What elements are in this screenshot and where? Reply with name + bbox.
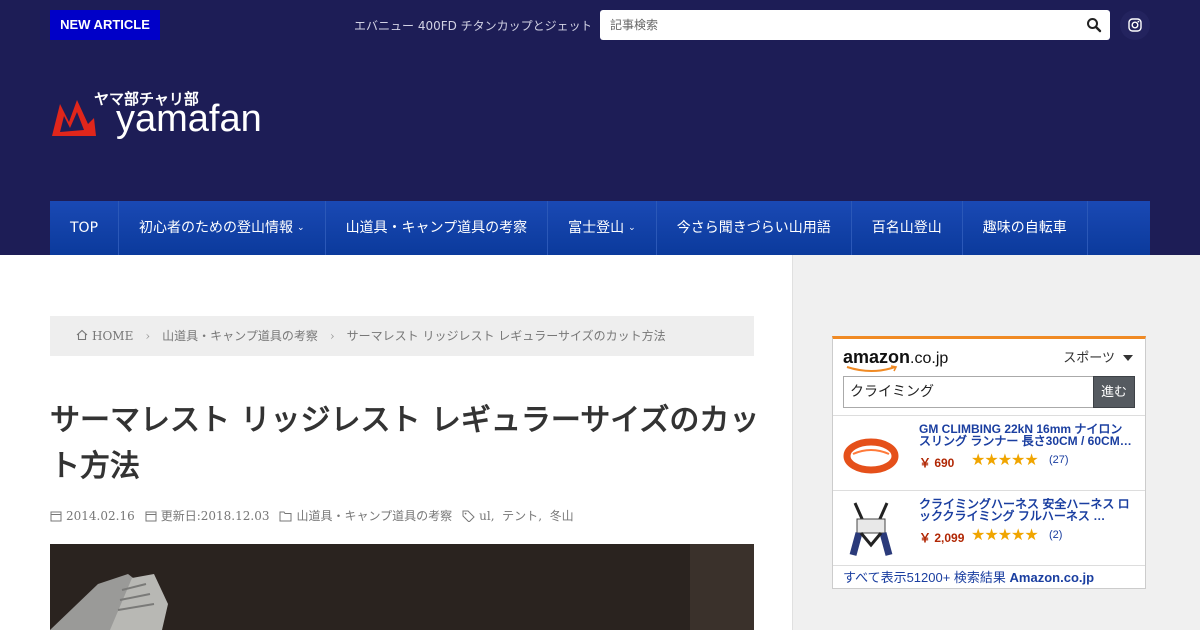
tag-icon [462, 510, 475, 522]
amazon-smile-icon [846, 365, 898, 372]
amazon-logo-suffix: .co.jp [910, 350, 949, 367]
review-count[interactable]: (2) [1049, 529, 1062, 541]
instagram-icon [1128, 18, 1142, 32]
product-name[interactable]: クライミングハーネス 安全ハーネス ロッククライミング フルハーネス … [919, 498, 1137, 524]
amazon-category-select[interactable]: スポーツ [1063, 347, 1133, 366]
calendar-update-icon [145, 511, 157, 522]
site-header: NEW ARTICLE エバニュー 400FD チタンカップとジェットボイル ヤ… [0, 0, 1200, 255]
amazon-see-all-link[interactable]: すべて表示51200+ 検索結果 Amazon.co.jp [833, 565, 1145, 589]
site-logo[interactable]: ヤマ部チャリ部 yamafan [50, 88, 280, 144]
chevron-right-icon: › [145, 329, 151, 343]
nav-item-bicycle[interactable]: 趣味の自転車 [963, 201, 1088, 255]
main-nav: TOP 初心者のための登山情報 ⌄ 山道具・キャンプ道具の考察 富士登山 ⌄ 今さら… [50, 201, 1150, 255]
amazon-category-label: スポーツ [1063, 351, 1115, 366]
calendar-icon [50, 511, 62, 522]
product-price: ￥ 2,099 [919, 531, 965, 545]
breadcrumb: HOME › 山道具・キャンプ道具の考察 › サーマレスト リッジレスト レギュラーサイ… [50, 316, 754, 356]
search-input[interactable] [600, 10, 1070, 40]
home-icon [76, 329, 88, 341]
mountain-logo-icon [52, 100, 96, 136]
tag-link[interactable]: ul [479, 509, 491, 523]
nav-item-label: 初心者のための登山情報 [139, 220, 294, 236]
folder-icon [279, 511, 292, 522]
article-category-link[interactable]: 山道具・キャンプ道具の考察 [296, 509, 452, 523]
nav-item-gear[interactable]: 山道具・キャンプ道具の考察 [326, 201, 549, 255]
amazon-go-button[interactable]: 進む [1093, 376, 1135, 408]
nav-item-label: 山道具・キャンプ道具の考察 [345, 220, 528, 236]
new-article-ticker[interactable]: エバニュー 400FD チタンカップとジェットボイル [354, 17, 590, 35]
nav-item-hyakumeizan[interactable]: 百名山登山 [852, 201, 963, 255]
product-name[interactable]: GM CLIMBING 22kN 16mm ナイロン スリング ランナー 長さ3… [919, 423, 1137, 449]
search-icon[interactable] [1086, 17, 1102, 33]
article-title: サーマレスト リッジレスト レギュラーサイズのカット方法 [50, 403, 760, 484]
sleeping-pad-photo [50, 544, 754, 630]
tag-link[interactable]: 冬山 [550, 509, 574, 523]
amazon-logo-text: amazon [843, 347, 911, 367]
review-count[interactable]: (27) [1049, 454, 1069, 466]
article-meta: 2014.02.16 更新日:2018.12.03 山道具・キャンプ道具の考察 ul,… [50, 508, 770, 524]
nav-item-terms[interactable]: 今さら聞きづらい山用語 [657, 201, 852, 255]
nav-item-label: TOP [70, 220, 99, 236]
logo-title: yamafan [116, 98, 262, 140]
chevron-right-icon: › [329, 329, 335, 343]
chevron-down-icon: ⌄ [297, 223, 305, 233]
tag-link[interactable]: テント [502, 509, 538, 523]
chevron-down-icon: ⌄ [628, 223, 636, 233]
instagram-button[interactable] [1120, 10, 1150, 40]
product-price: ￥ 690 [919, 456, 955, 470]
breadcrumb-category[interactable]: 山道具・キャンプ道具の考察 [162, 329, 318, 343]
amazon-widget: amazon.co.jp スポーツ クライミング 進む GM CLIMBING … [832, 336, 1146, 589]
product-thumbnail [849, 502, 893, 556]
see-all-brand: Amazon.co.jp [1009, 570, 1095, 585]
article-hero-image [50, 544, 754, 630]
amazon-product-row[interactable]: GM CLIMBING 22kN 16mm ナイロン スリング ランナー 長さ3… [833, 415, 1145, 490]
new-article-button[interactable]: NEW ARTICLE [50, 10, 160, 40]
nav-item-top[interactable]: TOP [50, 201, 120, 255]
nav-item-label: 趣味の自転車 [982, 220, 1067, 236]
star-rating: ★★★★★ [971, 450, 1039, 469]
nav-item-beginner[interactable]: 初心者のための登山情報 ⌄ [119, 201, 326, 255]
breadcrumb-current: サーマレスト リッジレスト レギュラーサイズのカット方法 [346, 329, 666, 343]
see-all-text: すべて表示51200+ 検索結果 [843, 570, 1010, 585]
nav-item-label: 富士登山 [568, 220, 625, 236]
published-date: 2014.02.16 [66, 509, 135, 523]
breadcrumb-home[interactable]: HOME [92, 329, 133, 343]
caret-down-icon [1123, 355, 1133, 361]
star-rating: ★★★★★ [971, 525, 1039, 544]
search-box [600, 10, 1110, 40]
nav-item-label: 百名山登山 [871, 220, 942, 236]
updated-date: 更新日:2018.12.03 [160, 509, 270, 523]
nav-item-fuji[interactable]: 富士登山 ⌄ [548, 201, 657, 255]
amazon-product-row[interactable]: クライミングハーネス 安全ハーネス ロッククライミング フルハーネス … ￥ 2… [833, 490, 1145, 565]
nav-item-label: 今さら聞きづらい山用語 [676, 220, 831, 236]
product-thumbnail [843, 438, 899, 474]
top-bar: NEW ARTICLE エバニュー 400FD チタンカップとジェットボイル [0, 0, 1200, 50]
amazon-search-input[interactable]: クライミング [843, 376, 1093, 408]
